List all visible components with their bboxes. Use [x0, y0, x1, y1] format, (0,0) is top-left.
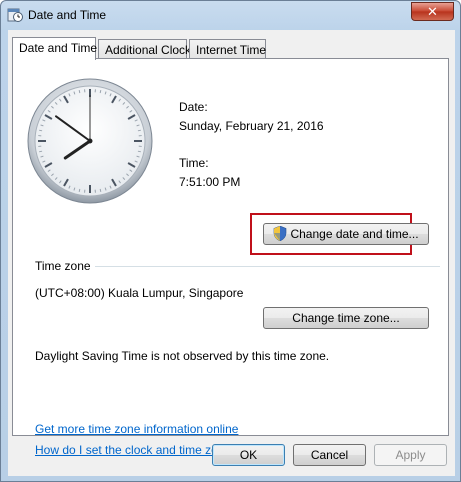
clock-minute-tick: [39, 150, 43, 153]
close-icon: ✕: [427, 3, 438, 19]
date-value: Sunday, February 21, 2016: [179, 119, 324, 133]
dst-note: Daylight Saving Time is not observed by …: [35, 349, 330, 363]
analog-clock: [27, 78, 153, 204]
time-zone-value: (UTC+08:00) Kuala Lumpur, Singapore: [35, 286, 244, 300]
window-title: Date and Time: [28, 8, 107, 22]
clock-minute-tick: [78, 90, 81, 94]
ok-button[interactable]: OK: [212, 444, 285, 466]
tab-internet-time[interactable]: Internet Time: [189, 39, 266, 59]
uac-shield-icon: [273, 225, 287, 247]
tab-date-and-time[interactable]: Date and Time: [12, 37, 97, 60]
clock-minute-tick: [99, 90, 102, 94]
title-bar[interactable]: Date and Time ✕: [1, 1, 460, 31]
change-date-time-label: Change date and time...: [290, 227, 419, 241]
tab-panel: Date: Sunday, February 21, 2016 Time: 7:…: [12, 58, 449, 457]
clock-calendar-icon: [7, 7, 23, 23]
time-zone-separator: [95, 266, 440, 267]
time-zone-section-label: Time zone: [35, 259, 91, 273]
cancel-button[interactable]: Cancel: [293, 444, 366, 466]
tab-additional-clocks[interactable]: Additional Clocks: [98, 39, 197, 59]
clock-minute-tick: [137, 150, 141, 153]
clock-minute-tick: [99, 188, 102, 192]
how-to-set-clock-link[interactable]: How do I set the clock and time zone?: [35, 443, 238, 457]
date-label: Date:: [179, 100, 208, 114]
dialog-window: Date and Time ✕ Date and Time Additional…: [0, 0, 461, 482]
clock-minute-tick: [78, 188, 81, 192]
more-time-zone-info-link[interactable]: Get more time zone information online: [35, 422, 238, 436]
time-value: 7:51:00 PM: [179, 175, 241, 189]
change-date-time-button[interactable]: Change date and time...: [263, 223, 429, 245]
apply-button[interactable]: Apply: [374, 444, 447, 466]
dialog-client-area: Date and Time Additional Clocks Internet…: [8, 30, 455, 476]
time-label: Time:: [179, 156, 209, 170]
change-time-zone-button[interactable]: Change time zone...: [263, 307, 429, 329]
close-button[interactable]: ✕: [411, 2, 454, 21]
clock-minute-tick: [137, 129, 141, 132]
clock-minute-tick: [39, 129, 43, 132]
